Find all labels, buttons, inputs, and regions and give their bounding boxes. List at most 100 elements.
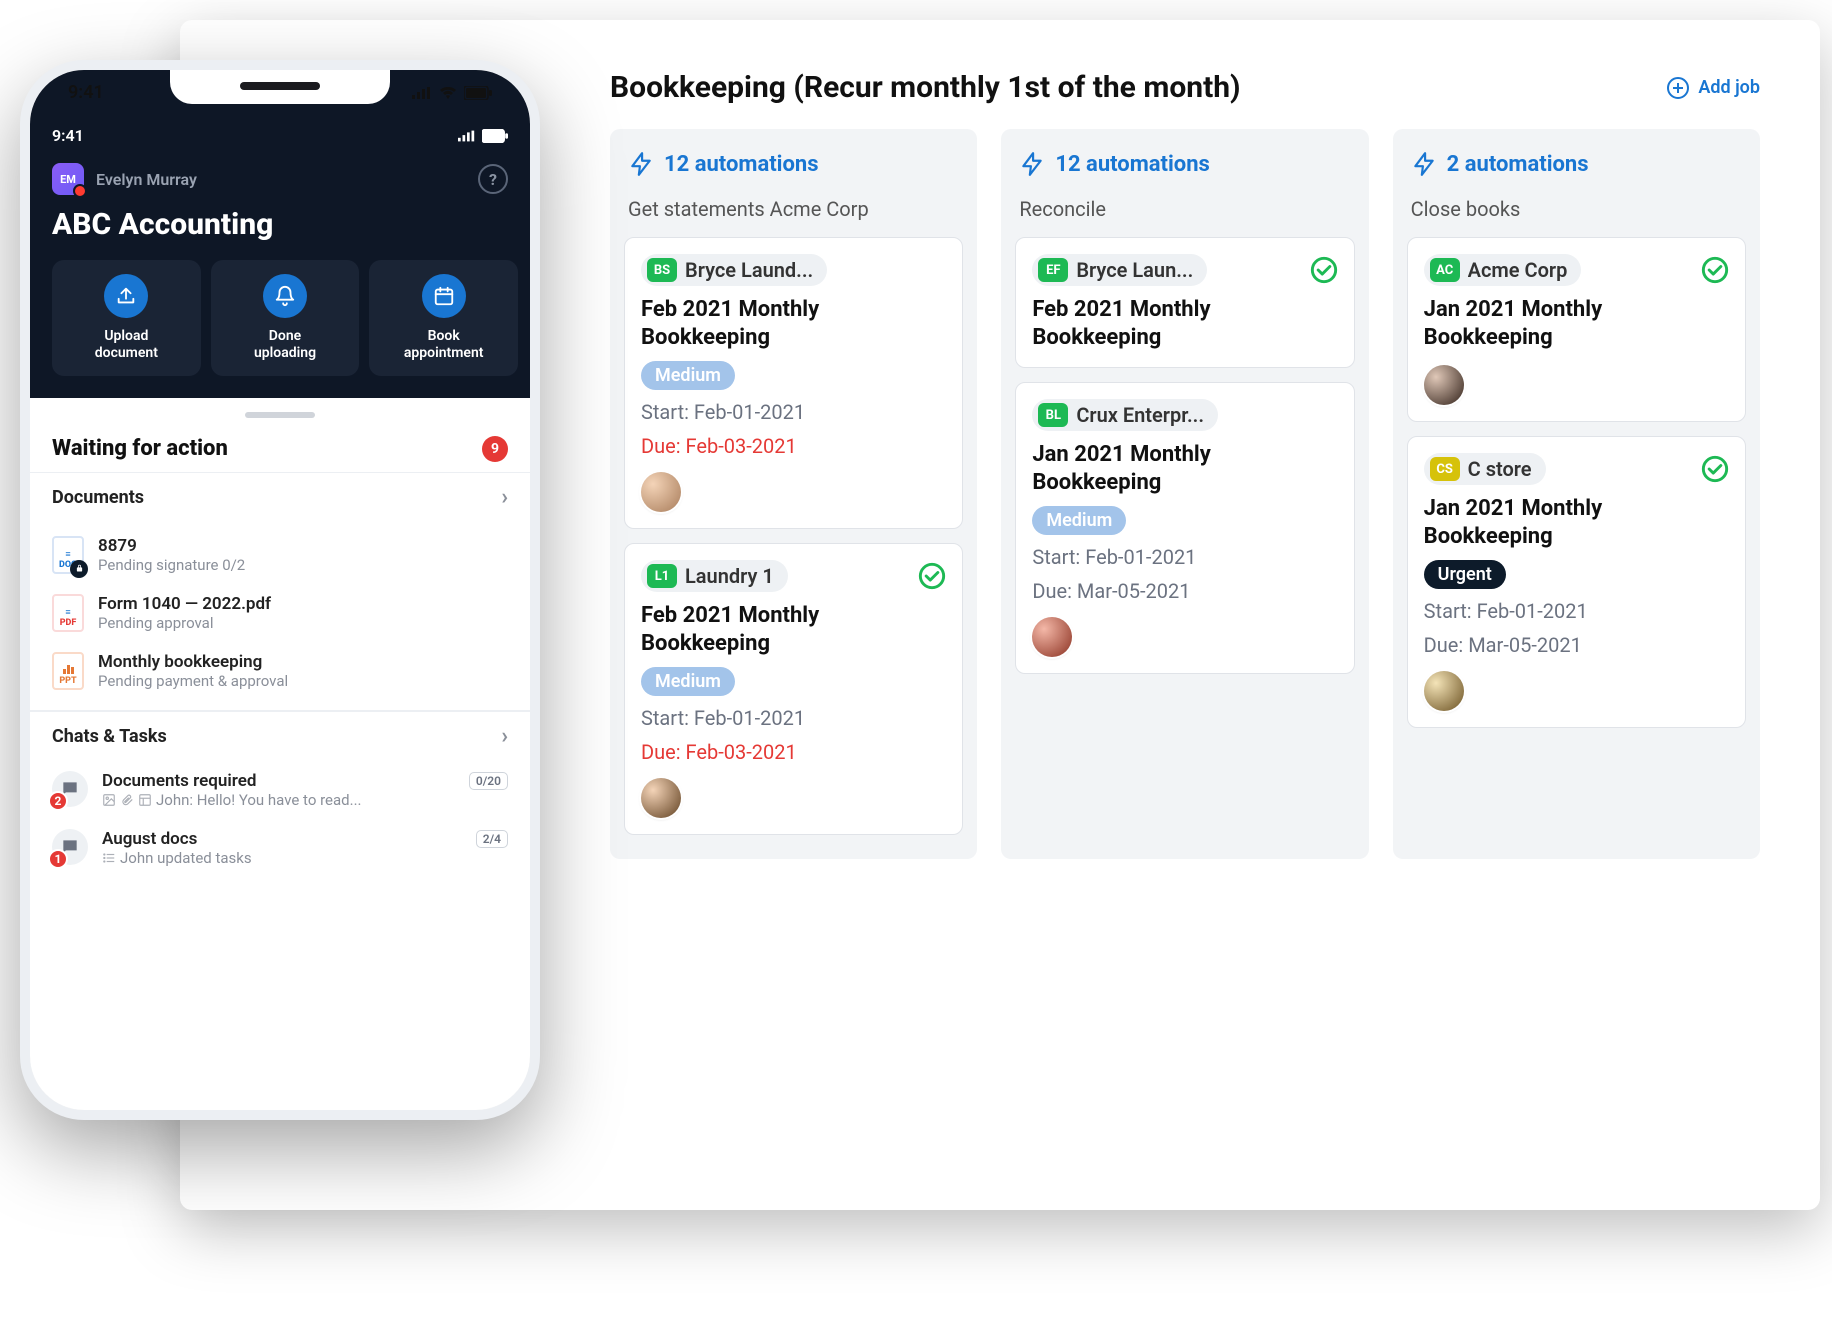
app-header: 9:41 EM Evelyn Murray ? ABC Accounting U…	[30, 70, 530, 398]
user-avatar[interactable]: EM	[52, 163, 84, 195]
start-date: Start: Feb-01-2021	[641, 400, 946, 424]
client-abbr: BL	[1038, 403, 1068, 427]
chat-pre view: John: Hello! You have to read...	[102, 791, 508, 809]
client-abbr: CS	[1430, 457, 1460, 481]
chat-item[interactable]: 1 August docs2/4 John updated tasks	[30, 819, 530, 877]
file-icon: ≡DOC	[52, 536, 84, 574]
bolt-icon	[628, 151, 654, 177]
check-circle-icon	[1310, 256, 1338, 284]
sheet-grabber[interactable]	[245, 412, 315, 418]
priority-badge: Urgent	[1424, 560, 1506, 589]
job-card[interactable]: L1 Laundry 1 Feb 2021 Monthly Bookkeepin…	[624, 543, 963, 835]
file-icon: PPT	[52, 652, 84, 690]
document-item[interactable]: PPTMonthly bookkeepingPending payment & …	[52, 642, 508, 700]
column-automations[interactable]: 2 automations	[1407, 145, 1746, 179]
due-date: Due: Feb-03-2021	[641, 434, 946, 458]
chats-title: Chats & Tasks	[52, 726, 167, 747]
tile-label: Bookappointment	[375, 328, 512, 362]
doc-subtitle: Pending signature 0/2	[98, 556, 508, 574]
client-chip[interactable]: BL Crux Enterpr...	[1032, 399, 1218, 431]
chevron-right-icon: ›	[501, 485, 508, 510]
doc-subtitle: Pending approval	[98, 614, 508, 632]
check-circle-icon	[1701, 256, 1729, 284]
chats-section-row[interactable]: Chats & Tasks ›	[30, 711, 530, 761]
assignee-avatar[interactable]	[1424, 671, 1464, 711]
company-name: ABC Accounting	[52, 207, 508, 242]
job-card[interactable]: AC Acme Corp Jan 2021 Monthly Bookkeepin…	[1407, 237, 1746, 422]
card-title: Jan 2021 Monthly Bookkeeping	[1424, 296, 1729, 351]
card-title: Jan 2021 Monthly Bookkeeping	[1424, 495, 1729, 550]
signal-icon	[458, 129, 476, 143]
due-date: Due: Mar-05-2021	[1424, 633, 1729, 657]
waiting-section-header: Waiting for action 9	[30, 426, 530, 472]
assignee-avatar[interactable]	[1424, 365, 1464, 405]
client-chip[interactable]: L1 Laundry 1	[641, 560, 788, 592]
action-tile[interactable]: Uploaddocument	[52, 260, 201, 376]
wifi-icon	[438, 86, 458, 100]
chats-list: 2 Documents required0/20 John: Hello! Yo…	[30, 761, 530, 877]
phone-notch	[170, 68, 390, 104]
due-date: Due: Mar-05-2021	[1032, 579, 1337, 603]
client-name: C store	[1468, 457, 1532, 481]
client-chip[interactable]: BS Bryce Laund...	[641, 254, 827, 286]
job-card[interactable]: CS C store Jan 2021 Monthly Bookkeeping U…	[1407, 436, 1746, 728]
client-name: Bryce Laund...	[685, 258, 813, 282]
documents-list: ≡DOC8879Pending signature 0/2 ≡PDF Form 10…	[30, 522, 530, 710]
help-icon[interactable]: ?	[478, 164, 508, 194]
add-job-button[interactable]: Add job	[1666, 76, 1760, 100]
action-tile[interactable]: Doneuploading	[211, 260, 360, 376]
job-card[interactable]: BL Crux Enterpr... Jan 2021 Monthly Book…	[1015, 382, 1354, 674]
user-row: EM Evelyn Murray ?	[52, 163, 508, 195]
action-tile[interactable]: Bookappointment	[369, 260, 518, 376]
doc-title: Form 1040 — 2022.pdf	[98, 594, 508, 614]
bolt-icon	[1019, 151, 1045, 177]
client-abbr: L1	[647, 564, 677, 588]
chevron-right-icon: ›	[501, 724, 508, 749]
client-chip[interactable]: EF Bryce Laun...	[1032, 254, 1207, 286]
status-right-icons	[412, 82, 492, 103]
document-item[interactable]: ≡PDF Form 1040 — 2022.pdfPending approval	[52, 584, 508, 642]
chat-title: Documents required	[102, 771, 256, 791]
document-item[interactable]: ≡DOC8879Pending signature 0/2	[52, 526, 508, 584]
phone-screen: 9:41 EM Evelyn Murray ? ABC Accounting U…	[30, 70, 530, 1110]
column-automations[interactable]: 12 automations	[624, 145, 963, 179]
priority-badge: Medium	[641, 667, 735, 696]
waiting-title: Waiting for action	[52, 436, 228, 461]
card-title: Jan 2021 Monthly Bookkeeping	[1032, 441, 1337, 496]
tile-icon	[263, 274, 307, 318]
client-name: Bryce Laun...	[1076, 258, 1193, 282]
client-abbr: EF	[1038, 258, 1068, 282]
file-icon: ≡PDF	[52, 594, 84, 632]
app-status-bar: 9:41	[52, 126, 508, 145]
due-date: Due: Feb-03-2021	[641, 740, 946, 764]
column-subtitle: Get statements Acme Corp	[624, 193, 963, 223]
assignee-avatar[interactable]	[641, 472, 681, 512]
job-card[interactable]: EF Bryce Laun... Feb 2021 Monthly Bookke…	[1015, 237, 1354, 368]
card-title: Feb 2021 Monthly Bookkeeping	[641, 296, 946, 351]
assignee-avatar[interactable]	[641, 778, 681, 818]
chat-item[interactable]: 2 Documents required0/20 John: Hello! Yo…	[30, 761, 530, 819]
plus-circle-icon	[1666, 76, 1690, 100]
assignee-avatar[interactable]	[1032, 617, 1072, 657]
column-automations[interactable]: 12 automations	[1015, 145, 1354, 179]
client-abbr: AC	[1430, 258, 1460, 282]
lock-icon	[70, 560, 88, 578]
column-subtitle: Close books	[1407, 193, 1746, 223]
tile-label: Uploaddocument	[58, 328, 195, 362]
board-column: 12 automations Reconcile EF Bryce Laun..…	[1001, 129, 1368, 859]
start-date: Start: Feb-01-2021	[1424, 599, 1729, 623]
chat-title: August docs	[102, 829, 197, 849]
job-card[interactable]: BS Bryce Laund... Feb 2021 Monthly Bookk…	[624, 237, 963, 529]
client-chip[interactable]: AC Acme Corp	[1424, 254, 1582, 286]
board-title: Bookkeeping (Recur monthly 1st of the mo…	[610, 70, 1241, 105]
board-columns: 12 automations Get statements Acme Corp …	[610, 129, 1760, 859]
start-date: Start: Feb-01-2021	[641, 706, 946, 730]
documents-section-row[interactable]: Documents ›	[30, 472, 530, 522]
doc-title: Monthly bookkeeping	[98, 652, 508, 672]
task-count: 0/20	[469, 772, 508, 790]
card-title: Feb 2021 Monthly Bookkeeping	[641, 602, 946, 657]
bolt-icon	[1411, 151, 1437, 177]
tile-label: Doneuploading	[217, 328, 354, 362]
status-time: 9:41	[68, 82, 104, 103]
client-chip[interactable]: CS C store	[1424, 453, 1546, 485]
